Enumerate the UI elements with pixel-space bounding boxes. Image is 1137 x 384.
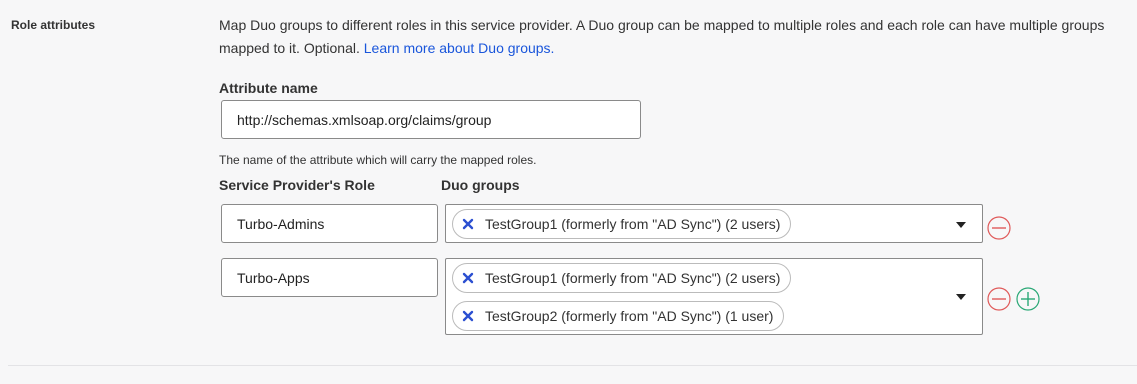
group-chip: TestGroup2 (formerly from "AD Sync") (1 … [452,301,785,331]
learn-more-link[interactable]: Learn more about Duo groups. [364,40,555,56]
caret-down-icon[interactable] [956,222,966,228]
add-row-button[interactable] [1016,287,1040,311]
remove-row-button[interactable] [987,216,1011,240]
group-chip-label: TestGroup1 (formerly from "AD Sync") (2 … [485,270,781,286]
remove-row-button[interactable] [987,287,1011,311]
role-input-row-2[interactable]: Turbo-Apps [221,258,438,297]
group-chip: TestGroup1 (formerly from "AD Sync") (2 … [452,263,792,293]
minus-circle-icon [987,216,1011,240]
section-label: Role attributes [11,18,96,32]
plus-circle-icon [1016,287,1040,311]
groups-select-row-2[interactable]: TestGroup1 (formerly from "AD Sync") (2 … [445,258,983,335]
description-text: Map Duo groups to different roles in thi… [219,17,1105,56]
attribute-name-value: http://schemas.xmlsoap.org/claims/group [237,111,492,128]
minus-circle-icon [987,287,1011,311]
attribute-hint: The name of the attribute which will car… [219,153,537,167]
groups-column-header: Duo groups [441,177,520,193]
group-chip: TestGroup1 (formerly from "AD Sync") (2 … [452,209,792,239]
x-icon[interactable] [461,217,475,231]
section-divider [8,365,1137,366]
group-chip-label: TestGroup1 (formerly from "AD Sync") (2 … [485,216,781,232]
role-value: Turbo-Admins [237,215,325,232]
groups-select-row-1[interactable]: TestGroup1 (formerly from "AD Sync") (2 … [445,204,983,243]
group-chip-label: TestGroup2 (formerly from "AD Sync") (1 … [485,308,774,324]
x-icon[interactable] [461,309,475,323]
attribute-name-label: Attribute name [219,80,318,96]
role-value: Turbo-Apps [237,269,310,286]
section-description: Map Duo groups to different roles in thi… [219,14,1119,60]
x-icon[interactable] [461,271,475,285]
role-input-row-1[interactable]: Turbo-Admins [221,204,438,243]
role-column-header: Service Provider's Role [219,177,375,193]
caret-down-icon[interactable] [956,294,966,300]
attribute-name-input[interactable]: http://schemas.xmlsoap.org/claims/group [221,100,641,139]
